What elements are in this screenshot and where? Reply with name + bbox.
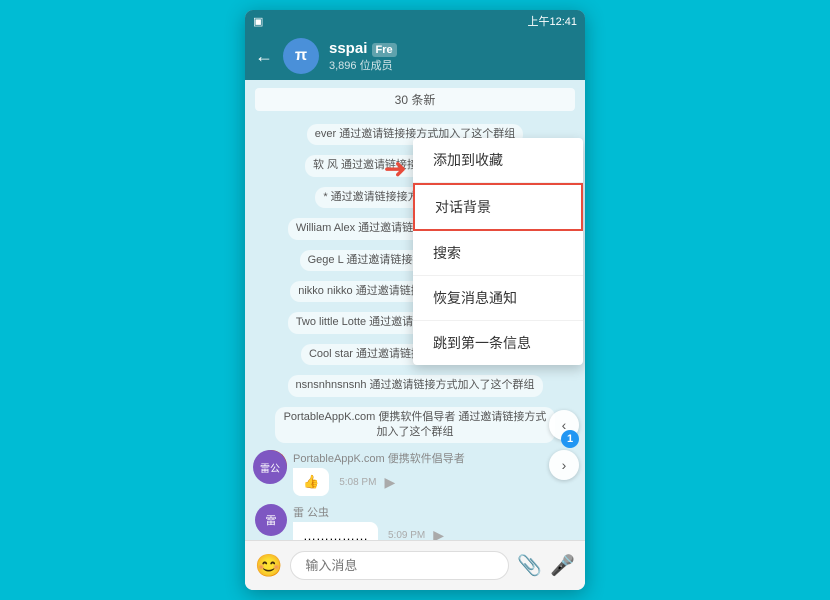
dropdown-item-first-message[interactable]: 跳到第一条信息 bbox=[413, 321, 583, 365]
header-subtitle: 3,896 位成员 bbox=[329, 57, 575, 73]
input-bar: 😊 📎 🎤 bbox=[245, 540, 585, 590]
emoji-button[interactable]: 😊 bbox=[255, 553, 282, 579]
status-bar-right: 上午12:41 bbox=[527, 13, 577, 29]
dropdown-overlay: ➜ 添加到收藏 对话背景 搜索 恢复消息通知 跳到第一条信息 bbox=[245, 80, 585, 540]
dropdown-item-favorites[interactable]: 添加到收藏 bbox=[413, 138, 583, 183]
mic-button[interactable]: 🎤 bbox=[550, 553, 575, 578]
message-input[interactable] bbox=[290, 551, 509, 580]
dropdown-item-background[interactable]: 对话背景 bbox=[413, 183, 583, 231]
phone-container: ▣ 上午12:41 ← π sspai Fre 3,896 位成员 30 条新 … bbox=[245, 10, 585, 590]
dropdown-item-search[interactable]: 搜索 bbox=[413, 231, 583, 276]
header-avatar-label: π bbox=[295, 47, 307, 65]
status-time: 上午12:41 bbox=[527, 13, 577, 29]
status-icon: ▣ bbox=[253, 15, 263, 28]
dropdown-menu: 添加到收藏 对话背景 搜索 恢复消息通知 跳到第一条信息 bbox=[413, 138, 583, 365]
attach-button[interactable]: 📎 bbox=[517, 553, 542, 578]
header-info: sspai Fre 3,896 位成员 bbox=[329, 40, 575, 73]
chat-header: ← π sspai Fre 3,896 位成员 bbox=[245, 32, 585, 80]
status-bar-left: ▣ bbox=[253, 15, 263, 28]
header-avatar: π bbox=[283, 38, 319, 74]
back-button[interactable]: ← bbox=[255, 46, 273, 67]
red-arrow-icon: ➜ bbox=[384, 152, 407, 185]
status-bar: ▣ 上午12:41 bbox=[245, 10, 585, 32]
header-title: sspai Fre bbox=[329, 40, 575, 57]
chat-area: 30 条新 ever 通过邀请链接接方式加入了这个群组 软 风 通过邀请链接接方… bbox=[245, 80, 585, 540]
dropdown-item-restore-notifications[interactable]: 恢复消息通知 bbox=[413, 276, 583, 321]
free-badge: Fre bbox=[372, 43, 397, 57]
